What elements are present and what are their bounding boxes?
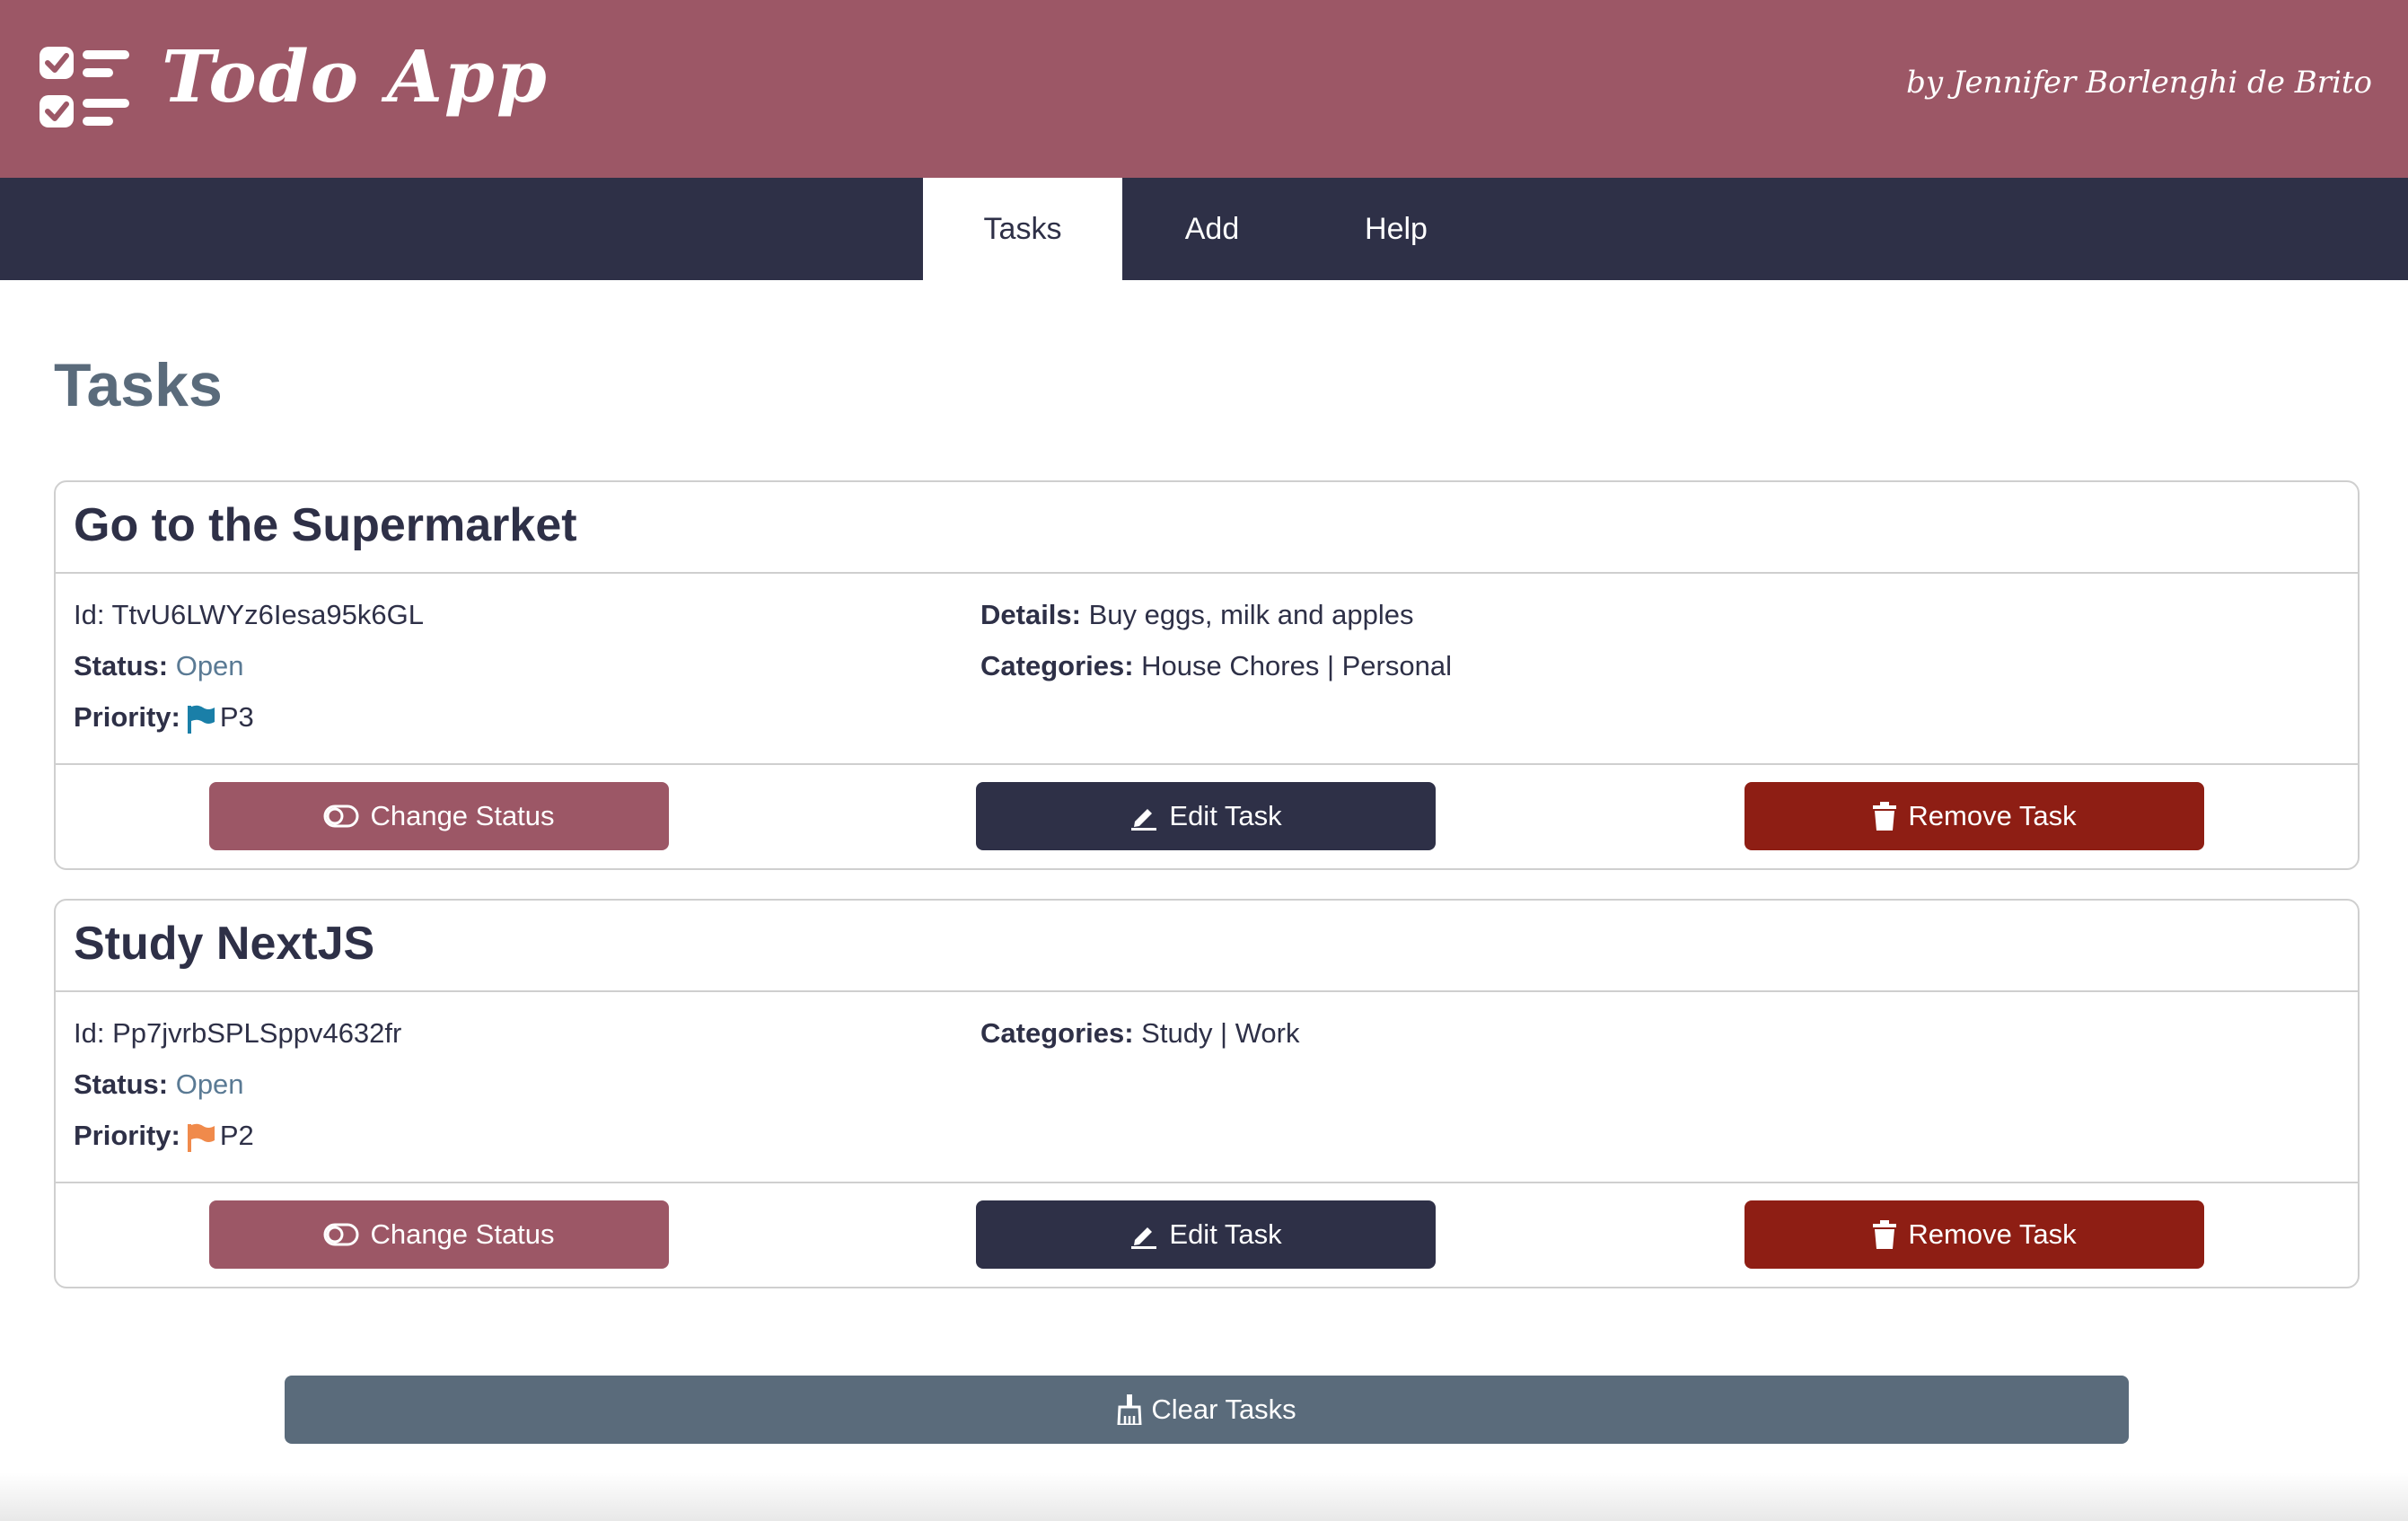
remove-task-button[interactable]: Remove Task [1744,782,2204,850]
trash-icon [1873,1220,1897,1249]
divider [56,763,2358,765]
clear-tasks-button[interactable]: Clear Tasks [285,1376,2129,1444]
task-id: Id: Pp7jvrbSPLSppv4632fr [74,1017,401,1050]
id-label: Id: [74,1017,105,1049]
task-id: Id: TtvU6LWYz6Iesa95k6GL [74,599,424,631]
priority-value: P2 [219,1120,254,1151]
change-status-label: Change Status [370,800,555,831]
task-categories: Categories: Study | Work [980,1017,1299,1050]
priority-label: Priority: [74,701,180,733]
tab-help[interactable]: Help [1302,178,1490,280]
broom-icon [1117,1394,1142,1425]
tab-tasks[interactable]: Tasks [923,178,1122,280]
details-label: Details: [980,599,1081,630]
status-label: Status: [74,650,169,681]
flag-icon [187,1123,215,1152]
priority-value: P3 [219,701,254,733]
task-status: Status: Open [74,650,244,682]
divider [56,572,2358,574]
page-title: Tasks [54,351,223,419]
divider [56,990,2358,992]
categories-label: Categories: [980,1017,1134,1049]
task-priority: Priority: P2 [74,1120,254,1153]
change-status-button[interactable]: Change Status [209,782,669,850]
edit-task-button[interactable]: Edit Task [976,1200,1436,1269]
trash-icon [1873,802,1897,831]
remove-task-label: Remove Task [1908,800,2077,831]
task-priority: Priority: P3 [74,701,254,734]
pencil-icon [1131,1227,1157,1249]
edit-task-label: Edit Task [1169,800,1282,831]
categories-value: Study | Work [1141,1017,1300,1049]
priority-label: Priority: [74,1120,180,1151]
toggle-icon [323,804,359,828]
change-status-label: Change Status [370,1218,555,1250]
app-title: Todo App [162,34,549,119]
id-value: TtvU6LWYz6Iesa95k6GL [111,599,424,630]
divider [56,1182,2358,1183]
task-title: Study NextJS [74,918,375,970]
clear-tasks-label: Clear Tasks [1151,1394,1296,1425]
app-header: Todo App by Jennifer Borlenghi de Brito [0,0,2408,178]
details-value: Buy eggs, milk and apples [1088,599,1414,630]
id-label: Id: [74,599,105,630]
bottom-edge [0,1473,2408,1521]
id-value: Pp7jvrbSPLSppv4632fr [112,1017,402,1049]
task-title: Go to the Supermarket [74,499,577,551]
task-details: Details: Buy eggs, milk and apples [980,599,1413,631]
remove-task-label: Remove Task [1908,1218,2077,1250]
author-credit: by Jennifer Borlenghi de Brito [1906,65,2372,101]
status-value: Open [175,650,244,681]
pencil-icon [1131,809,1157,831]
toggle-icon [323,1223,359,1246]
categories-label: Categories: [980,650,1134,681]
categories-value: House Chores | Personal [1141,650,1452,681]
status-value: Open [175,1068,244,1100]
flag-icon [187,705,215,734]
status-label: Status: [74,1068,169,1100]
change-status-button[interactable]: Change Status [209,1200,669,1269]
main-nav: Tasks Add Help [0,178,2408,280]
checklist-icon [40,47,129,127]
edit-task-label: Edit Task [1169,1218,1282,1250]
task-card: Go to the Supermarket Id: TtvU6LWYz6Iesa… [54,480,2360,870]
tab-add[interactable]: Add [1122,178,1302,280]
task-status: Status: Open [74,1068,244,1101]
task-card: Study NextJS Id: Pp7jvrbSPLSppv4632fr St… [54,899,2360,1288]
edit-task-button[interactable]: Edit Task [976,782,1436,850]
task-categories: Categories: House Chores | Personal [980,650,1452,682]
remove-task-button[interactable]: Remove Task [1744,1200,2204,1269]
